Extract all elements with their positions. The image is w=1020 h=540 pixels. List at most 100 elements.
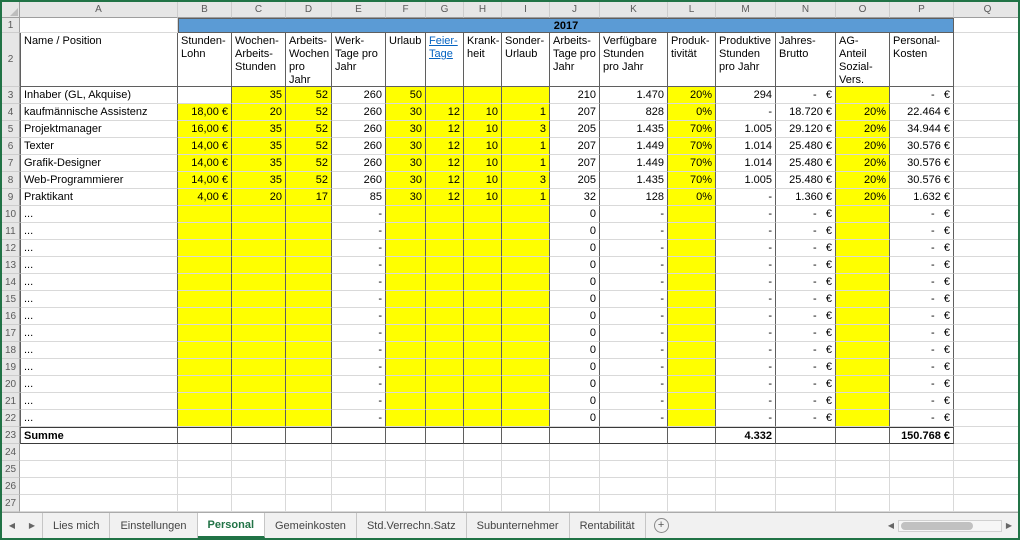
cell-J21[interactable]: 0 xyxy=(550,393,600,410)
cell-H17[interactable] xyxy=(464,325,502,342)
cell-N3[interactable]: - € xyxy=(776,87,836,104)
cell-B3[interactable] xyxy=(178,87,232,104)
row-header-26[interactable]: 26 xyxy=(2,478,20,495)
cell-M25[interactable] xyxy=(716,461,776,478)
cell-M5[interactable]: 1.005 xyxy=(716,121,776,138)
row-header-3[interactable]: 3 xyxy=(2,87,20,104)
cell-G16[interactable] xyxy=(426,308,464,325)
cell-O20[interactable] xyxy=(836,376,890,393)
cell-Q24[interactable] xyxy=(954,444,1018,461)
cell-B22[interactable] xyxy=(178,410,232,427)
cell-H11[interactable] xyxy=(464,223,502,240)
cell-L25[interactable] xyxy=(668,461,716,478)
cell-K18[interactable]: - xyxy=(600,342,668,359)
row-header-23[interactable]: 23 xyxy=(2,427,20,444)
cell-K24[interactable] xyxy=(600,444,668,461)
cell-O19[interactable] xyxy=(836,359,890,376)
cell-E14[interactable]: - xyxy=(332,274,386,291)
cell-H9[interactable]: 10 xyxy=(464,189,502,206)
cell-H3[interactable] xyxy=(464,87,502,104)
cell-F16[interactable] xyxy=(386,308,426,325)
cell-M11[interactable]: - xyxy=(716,223,776,240)
cell-B18[interactable] xyxy=(178,342,232,359)
cell-F7[interactable]: 30 xyxy=(386,155,426,172)
sheet-tab-einstellungen[interactable]: Einstellungen xyxy=(110,513,197,538)
cell-M18[interactable]: - xyxy=(716,342,776,359)
cell-Q13[interactable] xyxy=(954,257,1018,274)
row-header-2[interactable]: 2 xyxy=(2,33,20,87)
cell-M4[interactable]: - xyxy=(716,104,776,121)
cell-P27[interactable] xyxy=(890,495,954,512)
cell-Q20[interactable] xyxy=(954,376,1018,393)
cell-E12[interactable]: - xyxy=(332,240,386,257)
cell-I19[interactable] xyxy=(502,359,550,376)
cell-E21[interactable]: - xyxy=(332,393,386,410)
cell-N16[interactable]: - € xyxy=(776,308,836,325)
cell-Q16[interactable] xyxy=(954,308,1018,325)
cell-J7[interactable]: 207 xyxy=(550,155,600,172)
cell-N7[interactable]: 25.480 € xyxy=(776,155,836,172)
column-header-N[interactable]: N xyxy=(776,2,836,18)
cell-Q17[interactable] xyxy=(954,325,1018,342)
cell-E5[interactable]: 260 xyxy=(332,121,386,138)
scroll-right-icon[interactable]: ▶ xyxy=(1002,521,1016,530)
header-cell-O[interactable]: AG-Anteil Sozial- Vers. xyxy=(836,33,890,87)
cell-K23[interactable] xyxy=(600,427,668,444)
cell-E7[interactable]: 260 xyxy=(332,155,386,172)
header-cell-I[interactable]: Sonder- Urlaub xyxy=(502,33,550,87)
cell-A21[interactable]: ... xyxy=(20,393,178,410)
cell-D8[interactable]: 52 xyxy=(286,172,332,189)
header-cell-A[interactable]: Name / Position xyxy=(20,33,178,87)
cell-B9[interactable]: 4,00 € xyxy=(178,189,232,206)
cell-O15[interactable] xyxy=(836,291,890,308)
cell-P9[interactable]: 1.632 € xyxy=(890,189,954,206)
cell-I27[interactable] xyxy=(502,495,550,512)
cell-D25[interactable] xyxy=(286,461,332,478)
header-cell-J[interactable]: Arbeits- Tage pro Jahr xyxy=(550,33,600,87)
cell-B27[interactable] xyxy=(178,495,232,512)
cell-K25[interactable] xyxy=(600,461,668,478)
column-header-C[interactable]: C xyxy=(232,2,286,18)
cell-H4[interactable]: 10 xyxy=(464,104,502,121)
cell-K9[interactable]: 128 xyxy=(600,189,668,206)
cell-J19[interactable]: 0 xyxy=(550,359,600,376)
cell-C18[interactable] xyxy=(232,342,286,359)
cell-A12[interactable]: ... xyxy=(20,240,178,257)
cell-C8[interactable]: 35 xyxy=(232,172,286,189)
row-header-22[interactable]: 22 xyxy=(2,410,20,427)
cell-K3[interactable]: 1.470 xyxy=(600,87,668,104)
cell-I20[interactable] xyxy=(502,376,550,393)
cell-K17[interactable]: - xyxy=(600,325,668,342)
cell-D24[interactable] xyxy=(286,444,332,461)
cell-L16[interactable] xyxy=(668,308,716,325)
cell-O18[interactable] xyxy=(836,342,890,359)
cell-E13[interactable]: - xyxy=(332,257,386,274)
cell-M3[interactable]: 294 xyxy=(716,87,776,104)
cell-I18[interactable] xyxy=(502,342,550,359)
cell-E24[interactable] xyxy=(332,444,386,461)
cell-L7[interactable]: 70% xyxy=(668,155,716,172)
header-cell-C[interactable]: Wochen- Arbeits- Stunden xyxy=(232,33,286,87)
cell-I7[interactable]: 1 xyxy=(502,155,550,172)
cell-P6[interactable]: 30.576 € xyxy=(890,138,954,155)
cell-C20[interactable] xyxy=(232,376,286,393)
cell-C7[interactable]: 35 xyxy=(232,155,286,172)
cell-P15[interactable]: - € xyxy=(890,291,954,308)
cell-I22[interactable] xyxy=(502,410,550,427)
header-cell-N[interactable]: Jahres- Brutto xyxy=(776,33,836,87)
cell-E9[interactable]: 85 xyxy=(332,189,386,206)
scroll-track[interactable] xyxy=(898,520,1002,532)
cell-C9[interactable]: 20 xyxy=(232,189,286,206)
header-cell-M[interactable]: Produktive Stunden pro Jahr xyxy=(716,33,776,87)
cell-H13[interactable] xyxy=(464,257,502,274)
cell-M19[interactable]: - xyxy=(716,359,776,376)
cell-F9[interactable]: 30 xyxy=(386,189,426,206)
row-header-1[interactable]: 1 xyxy=(2,18,20,33)
column-header-P[interactable]: P xyxy=(890,2,954,18)
cell-G9[interactable]: 12 xyxy=(426,189,464,206)
cell-C19[interactable] xyxy=(232,359,286,376)
cell-J9[interactable]: 32 xyxy=(550,189,600,206)
cell-H25[interactable] xyxy=(464,461,502,478)
cell-Q5[interactable] xyxy=(954,121,1018,138)
header-cell-H[interactable]: Krank- heit xyxy=(464,33,502,87)
